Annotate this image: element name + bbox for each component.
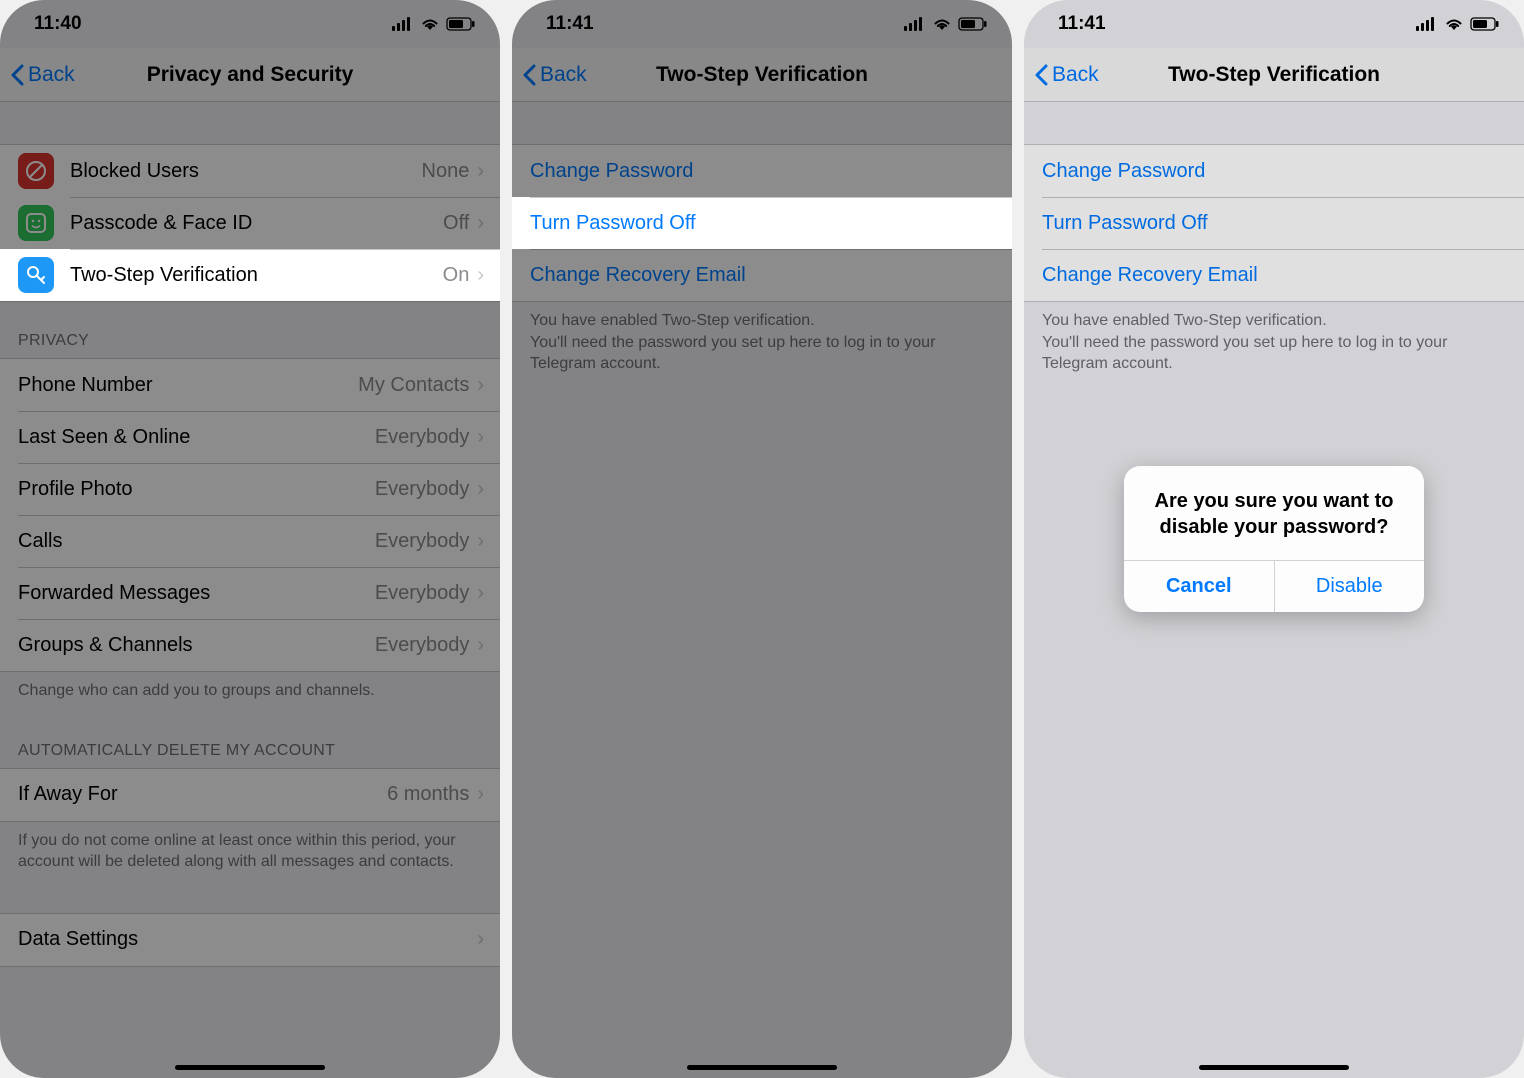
row-turn-password-off[interactable]: Turn Password Off bbox=[512, 197, 1012, 249]
row-change-password[interactable]: Change Password bbox=[512, 145, 1012, 197]
back-button[interactable]: Back bbox=[512, 63, 587, 87]
chevron-right-icon: › bbox=[477, 582, 484, 605]
row-label: Change Recovery Email bbox=[530, 264, 996, 287]
nav-title: Privacy and Security bbox=[0, 63, 500, 87]
row-data-settings[interactable]: Data Settings› bbox=[0, 914, 500, 966]
chevron-right-icon: › bbox=[477, 783, 484, 806]
row-last-seen[interactable]: Last Seen & OnlineEverybody › bbox=[0, 411, 500, 463]
wifi-icon bbox=[932, 17, 952, 31]
row-label: Two-Step Verification bbox=[70, 264, 443, 287]
screen-privacy-security: 11:40 Back Privacy and Security Blocked … bbox=[0, 0, 500, 1078]
chevron-right-icon: › bbox=[477, 426, 484, 449]
status-time: 11:40 bbox=[34, 13, 82, 35]
back-label: Back bbox=[540, 63, 587, 87]
chevron-right-icon: › bbox=[477, 928, 484, 951]
row-profile-photo[interactable]: Profile PhotoEverybody › bbox=[0, 463, 500, 515]
home-indicator[interactable] bbox=[687, 1065, 837, 1070]
home-indicator[interactable] bbox=[175, 1065, 325, 1070]
blocked-icon bbox=[18, 153, 54, 189]
row-label: If Away For bbox=[18, 783, 387, 806]
row-if-away-for[interactable]: If Away For6 months › bbox=[0, 769, 500, 821]
battery-icon bbox=[446, 17, 476, 31]
chevron-left-icon bbox=[10, 64, 24, 86]
battery-icon bbox=[958, 17, 988, 31]
row-passcode-faceid[interactable]: Passcode & Face ID Off › bbox=[0, 197, 500, 249]
home-indicator[interactable] bbox=[1199, 1065, 1349, 1070]
wifi-icon bbox=[420, 17, 440, 31]
chevron-right-icon: › bbox=[477, 374, 484, 397]
row-label: Profile Photo bbox=[18, 478, 375, 501]
row-value: None bbox=[422, 160, 470, 183]
row-change-recovery-email[interactable]: Change Recovery Email bbox=[512, 249, 1012, 301]
row-blocked-users[interactable]: Blocked Users None › bbox=[0, 145, 500, 197]
row-value: Everybody bbox=[375, 478, 470, 501]
chevron-right-icon: › bbox=[477, 478, 484, 501]
chevron-left-icon bbox=[522, 64, 536, 86]
row-label: Calls bbox=[18, 530, 375, 553]
security-group: Blocked Users None › Passcode & Face ID … bbox=[0, 144, 500, 302]
row-value: On bbox=[443, 264, 470, 287]
status-bar: 11:40 bbox=[0, 0, 500, 48]
nav-bar: Back Privacy and Security bbox=[0, 48, 500, 102]
row-label: Phone Number bbox=[18, 374, 358, 397]
privacy-group: Phone NumberMy Contacts › Last Seen & Onl… bbox=[0, 358, 500, 672]
privacy-footer: Change who can add you to groups and cha… bbox=[0, 672, 500, 712]
twostep-options-group: Change Password Turn Password Off Change… bbox=[512, 144, 1012, 302]
section-header-privacy: PRIVACY bbox=[0, 302, 500, 358]
row-label: Blocked Users bbox=[70, 160, 422, 183]
chevron-right-icon: › bbox=[477, 264, 484, 287]
row-label: Forwarded Messages bbox=[18, 582, 375, 605]
row-value: 6 months bbox=[387, 783, 469, 806]
autodelete-footer: If you do not come online at least once … bbox=[0, 822, 500, 883]
chevron-right-icon: › bbox=[477, 212, 484, 235]
alert-title: Are you sure you want to disable your pa… bbox=[1124, 466, 1424, 560]
section-header-autodelete: AUTOMATICALLY DELETE MY ACCOUNT bbox=[0, 712, 500, 768]
chevron-right-icon: › bbox=[477, 530, 484, 553]
alert-buttons: Cancel Disable bbox=[1124, 560, 1424, 612]
row-phone-number[interactable]: Phone NumberMy Contacts › bbox=[0, 359, 500, 411]
row-label: Turn Password Off bbox=[530, 212, 996, 235]
chevron-right-icon: › bbox=[477, 634, 484, 657]
row-label: Change Password bbox=[530, 160, 996, 183]
status-indicators bbox=[904, 17, 988, 31]
back-button[interactable]: Back bbox=[0, 63, 75, 87]
chevron-right-icon: › bbox=[477, 160, 484, 183]
back-label: Back bbox=[28, 63, 75, 87]
row-value: Everybody bbox=[375, 530, 470, 553]
row-value: Everybody bbox=[375, 634, 470, 657]
alert-backdrop: Are you sure you want to disable your pa… bbox=[1024, 0, 1524, 1078]
data-settings-group: Data Settings› bbox=[0, 913, 500, 967]
row-label: Groups & Channels bbox=[18, 634, 375, 657]
row-value: My Contacts bbox=[358, 374, 469, 397]
status-time: 11:41 bbox=[546, 13, 594, 35]
key-icon bbox=[18, 257, 54, 293]
row-groups-channels[interactable]: Groups & ChannelsEverybody › bbox=[0, 619, 500, 671]
screen-disable-confirm: 11:41 Back Two-Step Verification Change … bbox=[1024, 0, 1524, 1078]
cellular-icon bbox=[392, 17, 414, 31]
nav-title: Two-Step Verification bbox=[512, 63, 1012, 87]
row-label: Last Seen & Online bbox=[18, 426, 375, 449]
cellular-icon bbox=[904, 17, 926, 31]
row-two-step-verification[interactable]: Two-Step Verification On › bbox=[0, 249, 500, 301]
alert-dialog: Are you sure you want to disable your pa… bbox=[1124, 466, 1424, 612]
row-calls[interactable]: CallsEverybody › bbox=[0, 515, 500, 567]
autodelete-group: If Away For6 months › bbox=[0, 768, 500, 822]
status-indicators bbox=[392, 17, 476, 31]
row-label: Passcode & Face ID bbox=[70, 212, 443, 235]
row-value: Off bbox=[443, 212, 469, 235]
row-forwarded-messages[interactable]: Forwarded MessagesEverybody › bbox=[0, 567, 500, 619]
row-label: Data Settings bbox=[18, 928, 477, 951]
row-value: Everybody bbox=[375, 426, 470, 449]
nav-bar: Back Two-Step Verification bbox=[512, 48, 1012, 102]
disable-button[interactable]: Disable bbox=[1274, 561, 1425, 612]
screen-two-step-verification: 11:41 Back Two-Step Verification Change … bbox=[512, 0, 1012, 1078]
row-value: Everybody bbox=[375, 582, 470, 605]
cancel-button[interactable]: Cancel bbox=[1124, 561, 1274, 612]
status-bar: 11:41 bbox=[512, 0, 1012, 48]
faceid-icon bbox=[18, 205, 54, 241]
twostep-footer: You have enabled Two-Step verification. … bbox=[512, 302, 1012, 385]
